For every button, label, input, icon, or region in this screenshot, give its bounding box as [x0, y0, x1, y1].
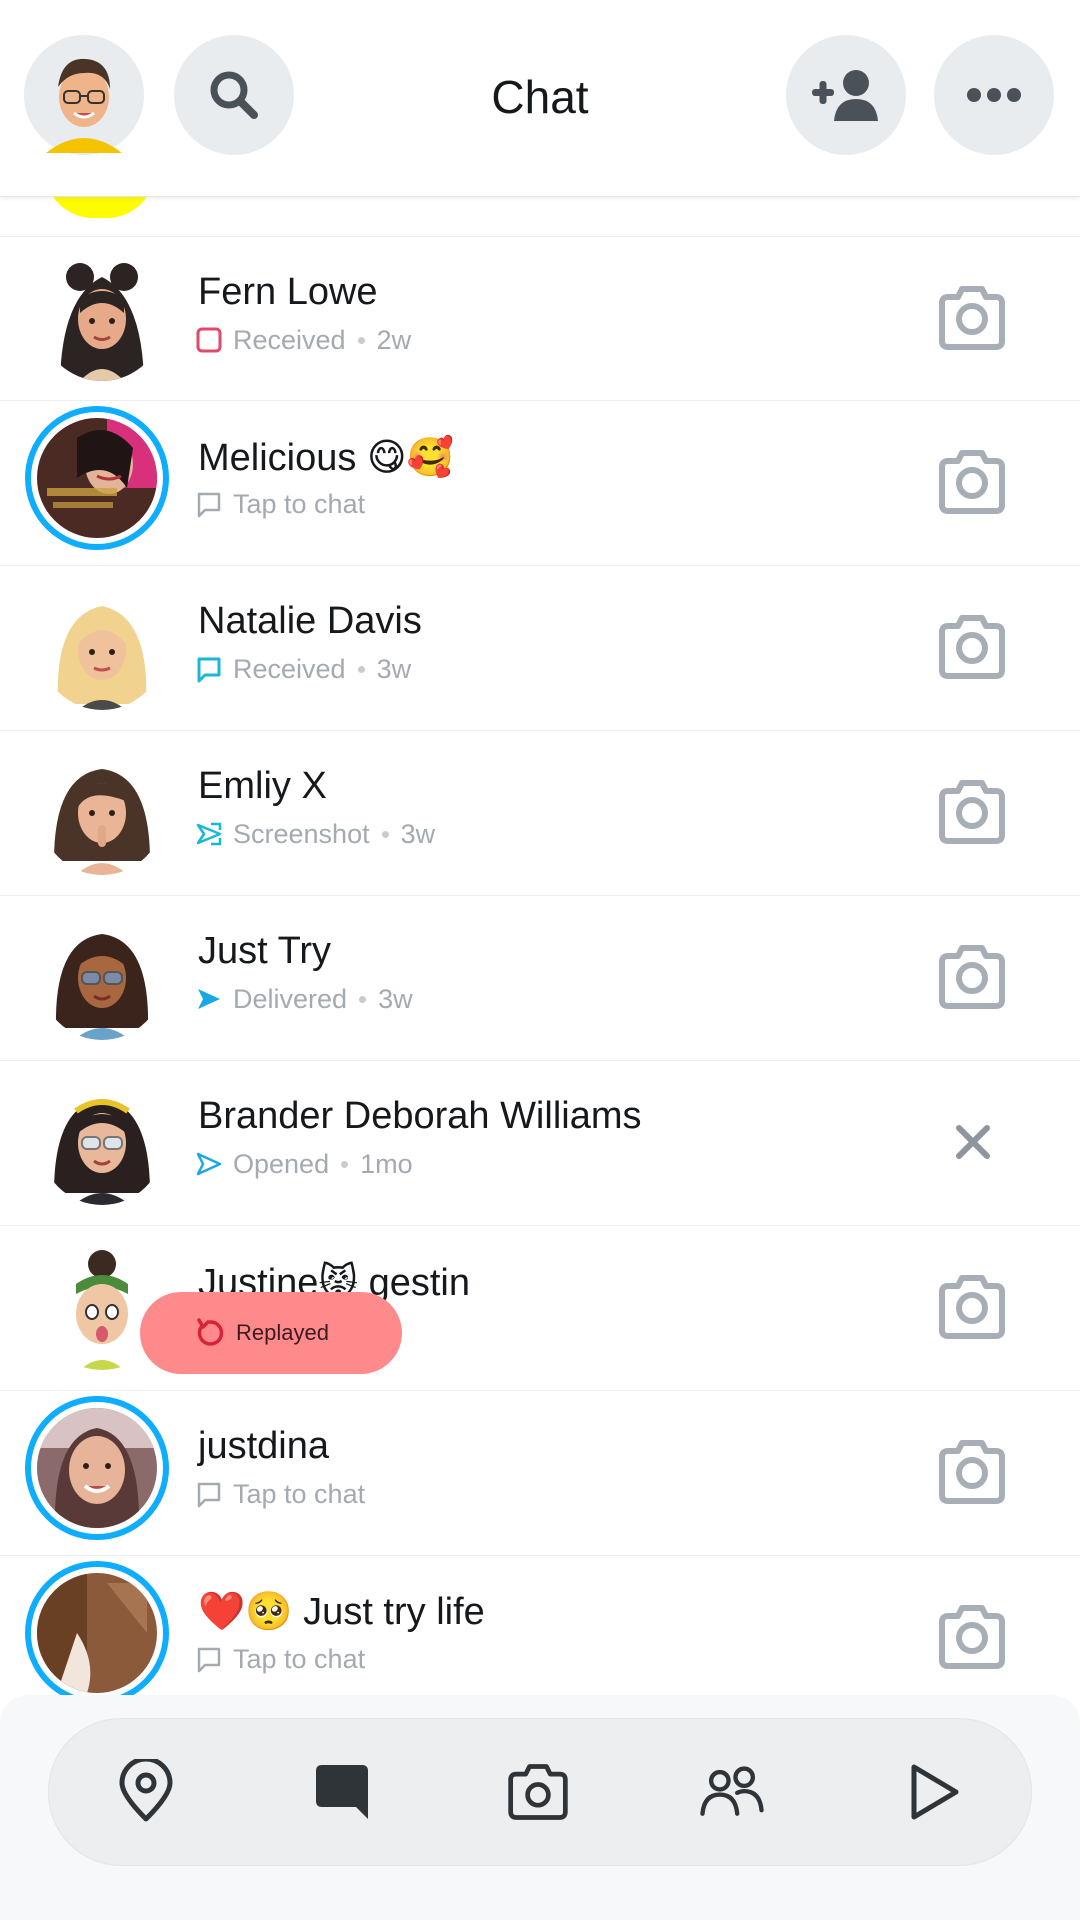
close-icon — [956, 1125, 990, 1159]
status-text: Opened — [233, 1148, 330, 1179]
chat-name: Fern Lowe — [198, 271, 378, 313]
page-title: Chat — [491, 71, 589, 123]
camera-reply-button[interactable] — [932, 1598, 1012, 1678]
avatar-story-ring[interactable] — [25, 406, 169, 550]
chat-status: Received 2w — [195, 325, 411, 355]
friends-icon — [700, 1766, 764, 1816]
chat-status: Tap to chat — [195, 1644, 365, 1674]
avatar-story-ring[interactable] — [25, 1561, 169, 1705]
chat-row[interactable]: Melicious 😋🥰 Tap to chat — [0, 400, 1080, 565]
chat-row[interactable]: Fern Lowe Received 2w — [0, 236, 1080, 401]
separator-dot — [357, 665, 365, 673]
chat-name: Melicious 😋🥰 — [198, 437, 454, 479]
camera-icon — [508, 1764, 568, 1820]
status-text: Screenshot — [233, 818, 370, 849]
camera-icon — [939, 450, 1005, 514]
more-icon — [967, 88, 1021, 102]
chat-row[interactable]: justdina Tap to chat — [0, 1390, 1080, 1555]
chat-row[interactable]: Emliy X Screenshot 3w — [0, 730, 1080, 895]
camera-icon — [939, 1275, 1005, 1339]
bottom-nav — [48, 1718, 1032, 1866]
camera-icon — [939, 286, 1005, 350]
chat-name: Just Try — [198, 930, 332, 972]
camera-icon — [939, 615, 1005, 679]
map-pin-icon — [119, 1759, 173, 1822]
chat-status: Tap to chat — [195, 1479, 365, 1509]
camera-reply-button[interactable] — [932, 608, 1012, 688]
avatar-story-ring[interactable] — [25, 1396, 169, 1540]
chat-row[interactable]: Just Try Delivered 3w — [0, 895, 1080, 1060]
chat-name: Natalie Davis — [198, 600, 422, 642]
chat-bubble-icon — [195, 1645, 223, 1673]
camera-icon — [939, 945, 1005, 1009]
camera-reply-button[interactable] — [932, 443, 1012, 523]
avatar — [40, 1081, 164, 1205]
chat-status: Screenshot 3w — [195, 819, 435, 849]
avatar — [40, 586, 164, 710]
status-text: Tap to chat — [233, 488, 366, 519]
play-icon — [911, 1764, 959, 1820]
avatar — [40, 751, 164, 875]
add-friend-icon — [812, 70, 878, 121]
separator-dot — [381, 830, 389, 838]
received-chat-icon — [195, 655, 223, 683]
chat-row[interactable]: Brander Deborah Williams Opened 1mo — [0, 1060, 1080, 1225]
chat-status: Delivered 3w — [195, 984, 413, 1014]
nav-spotlight[interactable] — [901, 1759, 967, 1825]
status-text: Tap to chat — [233, 1478, 366, 1509]
status-text: Delivered — [233, 983, 348, 1014]
status-text: Received — [233, 653, 346, 684]
chat-name: justdina — [198, 1425, 329, 1467]
dismiss-button[interactable] — [954, 1123, 992, 1161]
avatar — [37, 1408, 157, 1528]
camera-reply-button[interactable] — [932, 773, 1012, 853]
nav-chat[interactable] — [309, 1759, 375, 1825]
chat-name: ❤️🥺 Just try life — [198, 1591, 485, 1633]
replayed-toast: Replayed — [140, 1292, 402, 1374]
separator-dot — [357, 336, 365, 344]
separator-dot — [359, 995, 367, 1003]
more-options-button[interactable] — [934, 35, 1054, 155]
chat-bubble-icon — [195, 490, 223, 518]
chat-row[interactable]: Natalie Davis Received 3w — [0, 565, 1080, 730]
chat-header: Chat — [0, 0, 1080, 197]
avatar — [37, 418, 157, 538]
chat-name: Emliy X — [198, 765, 327, 807]
nav-stories[interactable] — [699, 1759, 765, 1825]
camera-reply-button[interactable] — [932, 279, 1012, 359]
status-time: 3w — [378, 983, 413, 1014]
avatar — [37, 1573, 157, 1693]
status-time: 3w — [376, 653, 412, 684]
separator-dot — [341, 1160, 349, 1168]
status-time: 2w — [376, 324, 412, 355]
chat-name: Brander Deborah Williams — [198, 1095, 642, 1137]
nav-map[interactable] — [113, 1759, 179, 1825]
toast-label: Replayed — [236, 1320, 329, 1345]
camera-icon — [939, 780, 1005, 844]
received-snap-icon — [195, 326, 223, 354]
chat-icon — [316, 1765, 368, 1819]
camera-icon — [939, 1440, 1005, 1504]
status-text: Received — [233, 324, 346, 355]
add-friend-button[interactable] — [786, 35, 906, 155]
camera-reply-button[interactable] — [932, 938, 1012, 1018]
replay-icon — [194, 1317, 226, 1349]
camera-icon — [939, 1605, 1005, 1669]
status-time: 3w — [400, 818, 436, 849]
opened-arrow-icon — [195, 1150, 223, 1178]
camera-reply-button[interactable] — [932, 1268, 1012, 1348]
chat-status: Tap to chat — [195, 489, 365, 519]
status-text: Tap to chat — [233, 1643, 366, 1674]
screenshot-icon — [195, 820, 223, 848]
nav-camera[interactable] — [505, 1759, 571, 1825]
camera-reply-button[interactable] — [932, 1433, 1012, 1513]
chat-status: Received 3w — [195, 654, 411, 684]
status-time: 1mo — [360, 1148, 413, 1179]
chat-bubble-icon — [195, 1480, 223, 1508]
chat-status: Opened 1mo — [195, 1149, 413, 1179]
avatar — [40, 916, 164, 1040]
delivered-arrow-icon — [195, 985, 223, 1013]
avatar — [40, 257, 164, 381]
